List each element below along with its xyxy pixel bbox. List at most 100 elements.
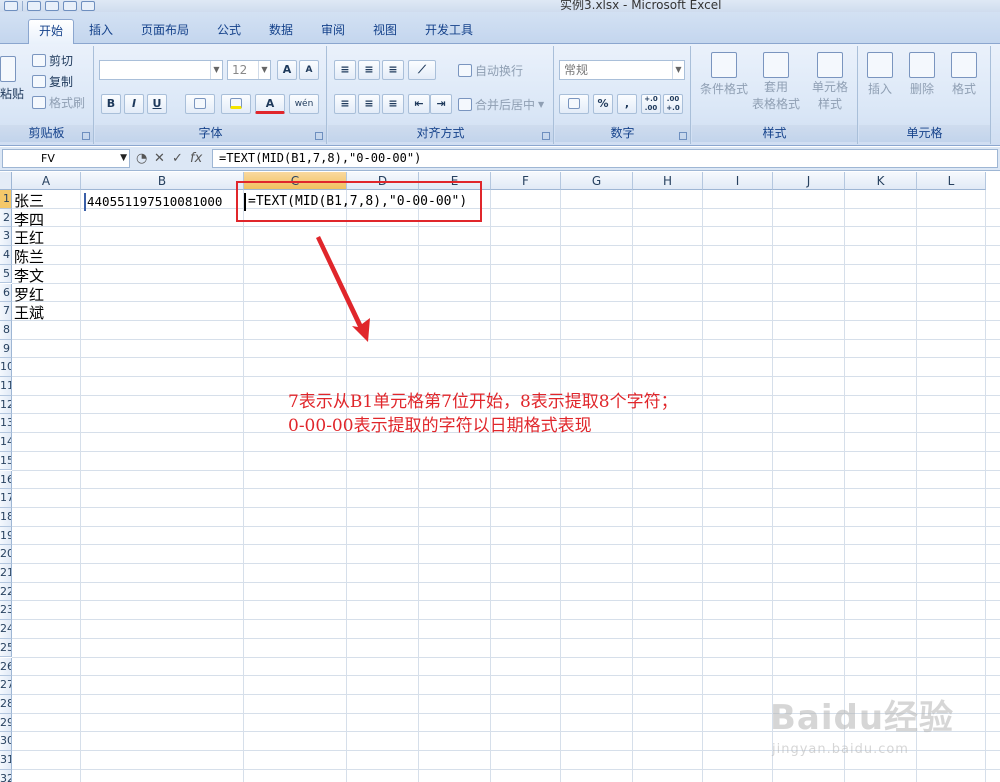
borders-button[interactable] [185, 94, 215, 114]
row-header-8[interactable]: 8 [0, 320, 12, 340]
column-header-F[interactable]: F [491, 172, 561, 190]
merge-center-button[interactable]: 合并后居中 ▼ [458, 96, 544, 113]
italic-button[interactable]: I [124, 94, 144, 114]
align-top-button[interactable]: ≡ [334, 60, 356, 80]
copy-button[interactable]: 复制 [32, 73, 73, 90]
formula-options-icon[interactable]: ◔ [136, 151, 147, 166]
font-name-dropdown[interactable]: ▼ [99, 60, 223, 80]
table-format-button[interactable]: 套用 表格格式 [752, 52, 800, 112]
column-header-L[interactable]: L [917, 172, 986, 190]
tab-insert[interactable]: 插入 [80, 19, 122, 44]
cell-A1[interactable]: 张三 [14, 192, 44, 210]
row-header-32[interactable]: 32 [0, 769, 12, 782]
insert-cells-button[interactable]: 插入 [867, 52, 893, 97]
row-header-16[interactable]: 16 [0, 470, 12, 490]
underline-button[interactable]: U [147, 94, 167, 114]
align-middle-button[interactable]: ≡ [358, 60, 380, 80]
tab-developer[interactable]: 开发工具 [418, 19, 480, 44]
row-header-30[interactable]: 30 [0, 732, 12, 751]
formula-input[interactable]: =TEXT(MID(B1,7,8),"0-00-00") [212, 149, 998, 168]
format-cells-button[interactable]: 格式 [951, 52, 977, 97]
dialog-launcher-icon[interactable] [542, 132, 550, 140]
align-center-button[interactable]: ≡ [358, 94, 380, 114]
row-header-17[interactable]: 17 [0, 489, 12, 508]
undo-icon[interactable] [27, 1, 41, 11]
print-preview-icon[interactable] [63, 1, 77, 11]
row-header-26[interactable]: 26 [0, 657, 12, 677]
number-format-dropdown[interactable]: 常规 ▼ [559, 60, 685, 80]
column-header-G[interactable]: G [561, 172, 633, 190]
cell-A7[interactable]: 王斌 [14, 304, 44, 322]
phonetic-button[interactable]: wén [289, 94, 319, 114]
decrease-indent-button[interactable]: ⇤ [408, 94, 430, 114]
tab-review[interactable]: 审阅 [312, 19, 354, 44]
delete-cells-button[interactable]: 删除 [909, 52, 935, 97]
column-header-H[interactable]: H [633, 172, 703, 190]
increase-indent-button[interactable]: ⇥ [430, 94, 452, 114]
font-size-dropdown[interactable]: 12 ▼ [227, 60, 271, 80]
column-header-J[interactable]: J [773, 172, 845, 190]
tab-view[interactable]: 视图 [364, 19, 406, 44]
cell-A2[interactable]: 李四 [14, 211, 44, 229]
cell-A3[interactable]: 王红 [14, 229, 44, 247]
row-header-19[interactable]: 19 [0, 526, 12, 546]
row-header-2[interactable]: 2 [0, 208, 12, 228]
tab-page-layout[interactable]: 页面布局 [134, 19, 196, 44]
cell-styles-button[interactable]: 单元格 样式 [812, 52, 848, 112]
customize-qat-icon[interactable] [81, 1, 95, 11]
dialog-launcher-icon[interactable] [82, 132, 90, 140]
name-box[interactable]: FV ▼ [2, 149, 130, 168]
insert-function-icon[interactable]: fx [190, 151, 202, 166]
increase-decimal-button[interactable]: +.0 .00 [641, 94, 661, 114]
redo-icon[interactable] [45, 1, 59, 11]
comma-button[interactable]: , [617, 94, 637, 114]
cell-A5[interactable]: 李文 [14, 267, 44, 285]
tab-formulas[interactable]: 公式 [208, 19, 250, 44]
row-header-20[interactable]: 20 [0, 545, 12, 564]
save-icon[interactable] [4, 1, 18, 11]
row-header-1[interactable]: 1 [0, 190, 12, 209]
row-header-13[interactable]: 13 [0, 414, 12, 434]
row-header-22[interactable]: 22 [0, 582, 12, 602]
row-header-29[interactable]: 29 [0, 713, 12, 733]
row-header-3[interactable]: 3 [0, 227, 12, 247]
cell-A6[interactable]: 罗红 [14, 286, 44, 304]
row-header-27[interactable]: 27 [0, 676, 12, 695]
tab-home[interactable]: 开始 [28, 19, 74, 44]
row-header-24[interactable]: 24 [0, 620, 12, 639]
row-header-7[interactable]: 7 [0, 302, 12, 321]
currency-button[interactable] [559, 94, 589, 114]
row-header-31[interactable]: 31 [0, 751, 12, 770]
row-header-18[interactable]: 18 [0, 507, 12, 527]
cell-A4[interactable]: 陈兰 [14, 248, 44, 266]
shrink-font-button[interactable]: A [299, 60, 319, 80]
align-bottom-button[interactable]: ≡ [382, 60, 404, 80]
row-header-21[interactable]: 21 [0, 564, 12, 583]
row-header-25[interactable]: 25 [0, 638, 12, 658]
row-header-4[interactable]: 4 [0, 246, 12, 265]
orientation-button[interactable]: ⟋ [408, 60, 436, 80]
row-header-28[interactable]: 28 [0, 694, 12, 714]
conditional-format-button[interactable]: 条件格式 [700, 52, 748, 97]
row-header-11[interactable]: 11 [0, 377, 12, 396]
enter-icon[interactable]: ✓ [172, 151, 183, 166]
select-all-corner[interactable] [0, 172, 12, 190]
row-header-9[interactable]: 9 [0, 339, 12, 359]
row-header-23[interactable]: 23 [0, 601, 12, 621]
row-header-14[interactable]: 14 [0, 433, 12, 452]
bold-button[interactable]: B [101, 94, 121, 114]
wrap-text-button[interactable]: 自动换行 [458, 62, 523, 79]
fill-color-button[interactable] [221, 94, 251, 114]
cut-button[interactable]: 剪切 [32, 52, 73, 69]
grow-font-button[interactable]: A [277, 60, 297, 80]
percent-button[interactable]: % [593, 94, 613, 114]
dialog-launcher-icon[interactable] [679, 132, 687, 140]
row-header-6[interactable]: 6 [0, 283, 12, 303]
row-header-12[interactable]: 12 [0, 395, 12, 415]
cell-B1[interactable]: 440551197510081000 [84, 193, 222, 211]
font-color-button[interactable]: A [255, 94, 285, 114]
row-header-10[interactable]: 10 [0, 358, 12, 377]
column-header-I[interactable]: I [703, 172, 773, 190]
align-right-button[interactable]: ≡ [382, 94, 404, 114]
dialog-launcher-icon[interactable] [315, 132, 323, 140]
